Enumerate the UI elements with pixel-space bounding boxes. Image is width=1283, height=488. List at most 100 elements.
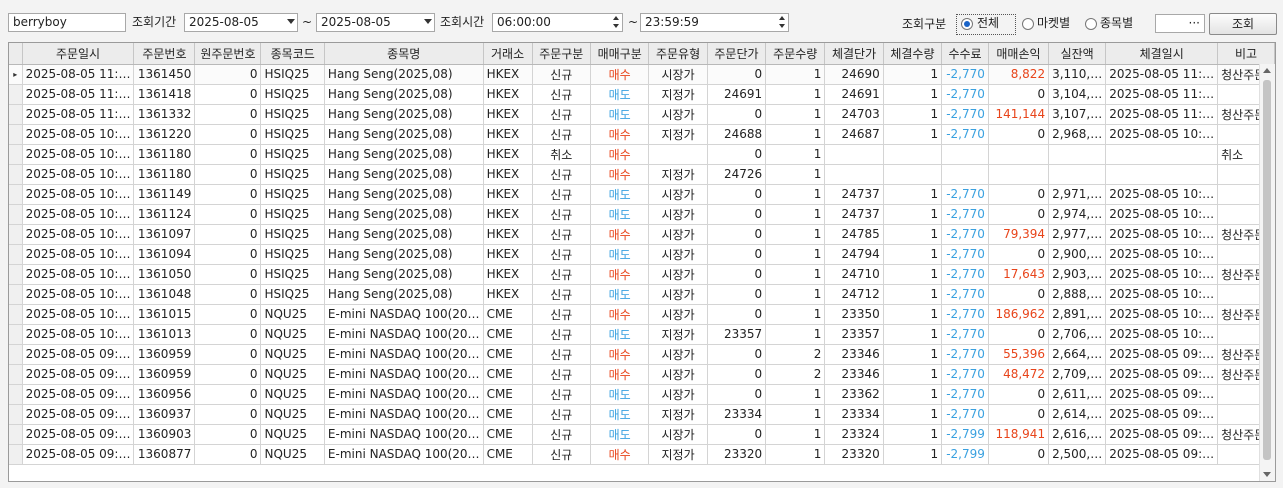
row-indicator — [9, 384, 23, 405]
cell-fill-price: 23334 — [824, 404, 884, 425]
cell-fee: -2,770 — [941, 184, 989, 205]
column-header[interactable]: 수수료 — [941, 43, 989, 65]
cell-order-qty: 1 — [765, 444, 826, 465]
cell-symbol-code: HSIQ25 — [260, 224, 325, 245]
table-row[interactable]: 2025-08-05 10:… 1361013 0 NQU25 E-mini NASDA… — [9, 324, 1275, 345]
table-row[interactable]: 2025-08-05 09:… 1360956 0 NQU25 E-mini NASDA… — [9, 384, 1275, 405]
table-row[interactable]: 2025-08-05 09:… 1360937 0 NQU25 E-mini NASDA… — [9, 404, 1275, 425]
cell-orig-order-no: 0 — [194, 244, 262, 265]
cell-order-type: 시장가 — [648, 284, 708, 305]
table-row[interactable]: 2025-08-05 10:… 1361094 0 HSIQ25 Hang Seng(2… — [9, 244, 1275, 265]
date-to-select[interactable]: 2025-08-05 — [316, 13, 435, 32]
column-header[interactable]: 체결수량 — [883, 43, 943, 65]
time-to-field[interactable]: 23:59:59 — [640, 13, 789, 32]
cell-fill-qty: 1 — [883, 84, 943, 105]
column-header[interactable]: 비고 — [1217, 43, 1275, 65]
cell-fill-time: 2025-08-05 11:… — [1105, 64, 1219, 85]
table-row[interactable]: 2025-08-05 09:… 1360959 0 NQU25 E-mini NASDA… — [9, 344, 1275, 365]
column-header[interactable]: 주문번호 — [133, 43, 196, 65]
table-row[interactable]: 2025-08-05 10:… 1361050 0 HSIQ25 Hang Seng(2… — [9, 264, 1275, 285]
cell-orig-order-no: 0 — [194, 444, 262, 465]
radio-all-option[interactable]: 전체 — [956, 14, 1016, 35]
column-header[interactable]: 원주문번호 — [194, 43, 262, 65]
table-row[interactable]: 2025-08-05 10:… 1361048 0 HSIQ25 Hang Seng(2… — [9, 284, 1275, 305]
cell-order-kind: 신규 — [532, 244, 591, 265]
cell-symbol-name: E-mini NASDAQ 100(20… — [324, 424, 484, 445]
column-header[interactable]: 종목명 — [324, 43, 484, 65]
column-header[interactable]: 주문수량 — [765, 43, 826, 65]
cell-fee: -2,770 — [941, 404, 989, 425]
symbol-picker-field[interactable]: ··· — [1155, 14, 1205, 33]
column-header[interactable]: 주문일시 — [22, 43, 135, 65]
cell-balance: 3,107,… — [1048, 104, 1107, 125]
cell-side: 매도 — [590, 404, 650, 425]
spinner-icon[interactable] — [612, 15, 621, 30]
account-field[interactable]: berryboy — [8, 13, 126, 32]
cell-fill-price: 24710 — [824, 264, 884, 285]
cell-fill-time: 2025-08-05 09:… — [1105, 384, 1219, 405]
table-row[interactable]: 2025-08-05 10:… 1361149 0 HSIQ25 Hang Seng(2… — [9, 184, 1275, 205]
cell-order-time: 2025-08-05 11:… — [22, 84, 135, 105]
cell-fee: -2,770 — [941, 204, 989, 225]
chevron-down-icon[interactable] — [287, 19, 295, 24]
cell-balance: 2,903,… — [1048, 264, 1107, 285]
table-row[interactable]: 2025-08-05 10:… 1361220 0 HSIQ25 Hang Seng(2… — [9, 124, 1275, 145]
column-header[interactable]: 체결일시 — [1105, 43, 1219, 65]
radio-icon[interactable] — [1022, 18, 1034, 30]
vertical-scrollbar[interactable] — [1259, 64, 1275, 481]
cell-balance — [1048, 144, 1107, 165]
cell-side: 매수 — [590, 64, 650, 85]
time-from-field[interactable]: 06:00:00 — [492, 13, 623, 32]
scroll-up-icon[interactable] — [1263, 68, 1271, 73]
column-header[interactable]: 매매구분 — [590, 43, 650, 65]
cell-symbol-name: E-mini NASDAQ 100(20… — [324, 444, 484, 465]
table-row[interactable]: 2025-08-05 10:… 1361180 0 HSIQ25 Hang Seng(2… — [9, 144, 1275, 165]
column-header[interactable]: 종목코드 — [260, 43, 325, 65]
time-from-value: 06:00:00 — [497, 15, 551, 29]
table-row[interactable]: 2025-08-05 09:… 1360903 0 NQU25 E-mini NASDA… — [9, 424, 1275, 445]
table-row[interactable]: 2025-08-05 09:… 1360959 0 NQU25 E-mini NASDA… — [9, 364, 1275, 385]
cell-fill-time: 2025-08-05 10:… — [1105, 124, 1219, 145]
radio-icon[interactable] — [1085, 18, 1097, 30]
date-from-select[interactable]: 2025-08-05 — [184, 13, 298, 32]
radio-market-option[interactable]: 마켓별 — [1020, 15, 1080, 34]
cell-pnl: 0 — [988, 324, 1050, 345]
cell-order-type: 시장가 — [648, 104, 708, 125]
column-header[interactable]: 실잔액 — [1048, 43, 1107, 65]
table-row[interactable]: 2025-08-05 10:… 1361097 0 HSIQ25 Hang Seng(2… — [9, 224, 1275, 245]
cell-order-type: 시장가 — [648, 264, 708, 285]
table-row[interactable]: ▸ 2025-08-05 11:… 1361450 0 HSIQ25 Hang Seng(… — [9, 64, 1275, 85]
table-row[interactable]: 2025-08-05 10:… 1361015 0 NQU25 E-mini NASDA… — [9, 304, 1275, 325]
cell-order-price: 0 — [707, 64, 767, 85]
table-row[interactable]: 2025-08-05 11:… 1361332 0 HSIQ25 Hang Seng(2… — [9, 104, 1275, 125]
table-row[interactable]: 2025-08-05 11:… 1361418 0 HSIQ25 Hang Seng(2… — [9, 84, 1275, 105]
table-row[interactable]: 2025-08-05 09:… 1360877 0 NQU25 E-mini NASDA… — [9, 444, 1275, 465]
table-row[interactable]: 2025-08-05 10:… 1361124 0 HSIQ25 Hang Seng(2… — [9, 204, 1275, 225]
column-header[interactable]: 매매손익 — [988, 43, 1050, 65]
cell-fill-time: 2025-08-05 09:… — [1105, 444, 1219, 465]
cell-symbol-code: NQU25 — [260, 364, 325, 385]
column-header[interactable]: 거래소 — [483, 43, 533, 65]
radio-selected-icon[interactable] — [961, 18, 973, 30]
spinner-icon[interactable] — [778, 15, 787, 30]
table-header: 주문일시 주문번호 원주문번호 종목코드 종목명 거래소 주문구분 매매구분 주문유형 주문단가 주… — [9, 43, 1275, 65]
cell-symbol-code: HSIQ25 — [260, 124, 325, 145]
table-row[interactable]: 2025-08-05 10:… 1361180 0 HSIQ25 Hang Seng(2… — [9, 164, 1275, 185]
cell-order-kind: 신규 — [532, 364, 591, 385]
scroll-down-icon[interactable] — [1263, 472, 1271, 477]
cell-fill-price: 23346 — [824, 364, 884, 385]
radio-symbol-option[interactable]: 종목별 — [1083, 15, 1143, 34]
column-header[interactable]: 주문단가 — [707, 43, 767, 65]
cell-order-time: 2025-08-05 09:… — [22, 404, 135, 425]
cell-order-no: 1361050 — [133, 264, 196, 285]
column-header[interactable]: 주문구분 — [532, 43, 591, 65]
column-header[interactable]: 체결단가 — [824, 43, 884, 65]
scroll-thumb[interactable] — [1263, 80, 1271, 460]
search-button[interactable]: 조회 — [1209, 13, 1277, 35]
chevron-down-icon[interactable] — [424, 19, 432, 24]
cell-exchange: HKEX — [483, 164, 533, 185]
cell-order-type: 지정가 — [648, 164, 708, 185]
column-header[interactable]: 주문유형 — [648, 43, 708, 65]
cell-order-kind: 신규 — [532, 224, 591, 245]
cell-order-no: 1361220 — [133, 124, 196, 145]
